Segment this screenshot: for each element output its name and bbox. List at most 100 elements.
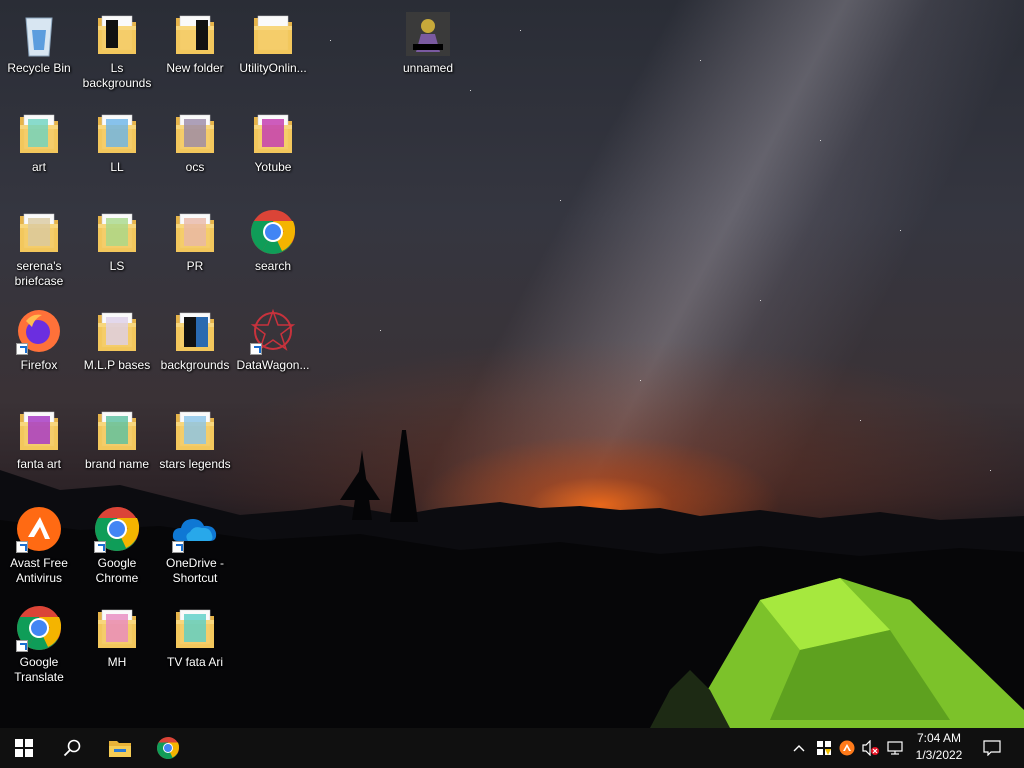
desktop-icon-stars-legends[interactable]: stars legends	[156, 400, 234, 496]
volume-button[interactable]	[860, 728, 882, 768]
chrome-icon	[14, 604, 64, 652]
desktop-icon-brand-name[interactable]: brand name	[78, 400, 156, 496]
shortcut-arrow-icon	[16, 541, 28, 553]
icon-label: OneDrive - Shortcut	[165, 556, 224, 585]
desktop-icon-tv-fata-ari[interactable]: TV fata Ari	[156, 598, 234, 694]
search-icon	[63, 739, 81, 757]
folder-icon	[170, 406, 220, 454]
windows-start-icon	[15, 739, 33, 757]
folder-icon	[170, 604, 220, 652]
avast-tray-icon	[839, 740, 855, 756]
desktop-icon-backgrounds[interactable]: backgrounds	[156, 301, 234, 397]
taskbar: 7:04 AM 1/3/2022	[0, 728, 1024, 768]
shortcut-arrow-icon	[16, 343, 28, 355]
folder-icon	[170, 307, 220, 355]
image-icon	[403, 10, 453, 58]
icon-label: backgrounds	[160, 358, 230, 372]
icon-label: serena's briefcase	[14, 259, 64, 288]
icon-label: unnamed	[402, 61, 454, 75]
windows-security-icon	[817, 741, 831, 755]
shortcut-arrow-icon	[172, 541, 184, 553]
icon-label: LS	[109, 259, 125, 273]
icon-label: Yotube	[254, 160, 292, 174]
desktop-icon-art[interactable]: art	[0, 103, 78, 199]
icon-label: New folder	[166, 61, 224, 75]
folder-icon	[92, 406, 142, 454]
desktop-icon-fanta-art[interactable]: fanta art	[0, 400, 78, 496]
desktop-icon-search[interactable]: search	[234, 202, 312, 298]
icon-label: Recycle Bin	[7, 61, 71, 75]
desktop-icon-yotube[interactable]: Yotube	[234, 103, 312, 199]
desktop-icon-mh[interactable]: MH	[78, 598, 156, 694]
desktop-wallpaper[interactable]: Recycle Bin Ls backgrounds New folder Ut…	[0, 0, 1024, 728]
network-button[interactable]	[884, 728, 906, 768]
chrome-icon	[92, 505, 142, 553]
avast-tray[interactable]	[836, 728, 858, 768]
icon-label: Firefox	[20, 358, 58, 372]
clock-date: 1/3/2022	[915, 748, 963, 762]
file-icon	[248, 10, 298, 58]
shortcut-arrow-icon	[16, 640, 28, 652]
desktop-icon-onedrive[interactable]: OneDrive - Shortcut	[156, 499, 234, 595]
search-button[interactable]	[48, 728, 96, 768]
firefox-icon	[14, 307, 64, 355]
folder-icon	[170, 208, 220, 256]
folder-icon	[92, 208, 142, 256]
icon-label: art	[31, 160, 46, 174]
star	[760, 300, 761, 301]
icon-label: TV fata Ari	[166, 655, 224, 669]
action-center-button[interactable]	[978, 728, 1006, 768]
volume-muted-icon	[862, 740, 879, 756]
icon-label: DataWagon...	[236, 358, 310, 372]
desktop-icon-unnamed[interactable]: unnamed	[389, 4, 467, 100]
action-center-icon	[983, 740, 1001, 756]
icon-label: M.L.P bases	[83, 358, 151, 372]
desktop-icon-google-translate[interactable]: Google Translate	[0, 598, 78, 694]
icon-label: MH	[107, 655, 127, 669]
datawagon-icon	[248, 307, 298, 355]
desktop-icon-ls[interactable]: LS	[78, 202, 156, 298]
desktop-icon-ls-backgrounds[interactable]: Ls backgrounds	[78, 4, 156, 100]
folder-icon	[92, 307, 142, 355]
desktop-icon-new-folder[interactable]: New folder	[156, 4, 234, 100]
desktop-icon-pr[interactable]: PR	[156, 202, 234, 298]
star	[900, 230, 901, 231]
chrome-taskbar-button[interactable]	[144, 728, 192, 768]
clock-time: 7:04 AM	[916, 731, 962, 745]
system-clock[interactable]: 7:04 AM 1/3/2022	[908, 730, 970, 764]
desktop-icon-ll[interactable]: LL	[78, 103, 156, 199]
file-explorer-button[interactable]	[96, 728, 144, 768]
icon-label: LL	[110, 160, 124, 174]
start-button[interactable]	[0, 728, 48, 768]
desktop-icon-firefox[interactable]: Firefox	[0, 301, 78, 397]
desktop-icon-serenas-briefcase[interactable]: serena's briefcase	[0, 202, 78, 298]
icon-label: Google Translate	[14, 655, 64, 684]
folder-icon	[92, 604, 142, 652]
folder-icon	[170, 10, 220, 58]
show-hidden-icons-button[interactable]	[788, 728, 810, 768]
star	[330, 40, 331, 41]
desktop-icon-recycle-bin[interactable]: Recycle Bin	[0, 4, 78, 100]
star	[560, 200, 561, 201]
folder-icon	[248, 109, 298, 157]
icon-label: Avast Free Antivirus	[10, 556, 68, 585]
star	[640, 380, 641, 381]
desktop-icon-google-chrome[interactable]: Google Chrome	[78, 499, 156, 595]
folder-icon	[14, 208, 64, 256]
icon-label: UtilityOnlin...	[239, 61, 307, 75]
desktop-icon-mlp-bases[interactable]: M.L.P bases	[78, 301, 156, 397]
star	[520, 30, 521, 31]
folder-icon	[14, 406, 64, 454]
icon-label: stars legends	[159, 457, 231, 471]
icon-label: PR	[186, 259, 204, 273]
shortcut-arrow-icon	[250, 343, 262, 355]
desktop-icon-ocs[interactable]: ocs	[156, 103, 234, 199]
desktop-icon-utilityonline[interactable]: UtilityOnlin...	[234, 4, 312, 100]
avast-icon	[14, 505, 64, 553]
windows-security-tray[interactable]	[812, 728, 836, 768]
desktop-icon-datawagon[interactable]: DataWagon...	[234, 301, 312, 397]
file-explorer-icon	[109, 741, 131, 757]
onedrive-icon	[170, 505, 220, 553]
star	[820, 140, 821, 141]
desktop-icon-avast[interactable]: Avast Free Antivirus	[0, 499, 78, 595]
